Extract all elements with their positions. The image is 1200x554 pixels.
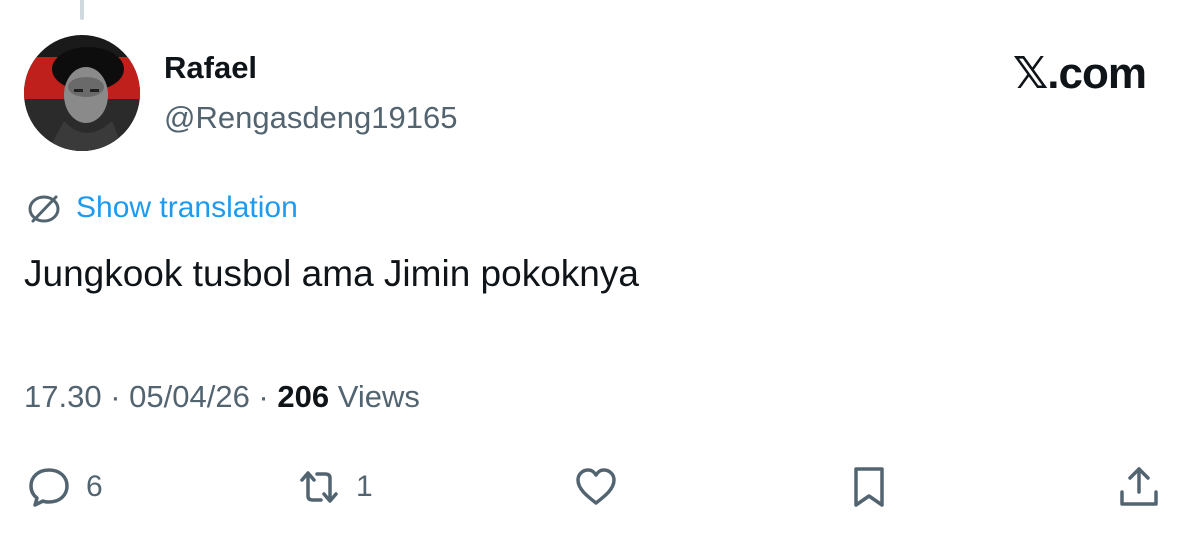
reply-count: 6 bbox=[86, 470, 103, 503]
repost-count: 1 bbox=[356, 470, 373, 503]
share-icon bbox=[1120, 467, 1158, 506]
tweet-text: Jungkook tusbol ama Jimin pokoknya bbox=[24, 253, 639, 294]
share-button[interactable] bbox=[1116, 462, 1162, 512]
speech-bubble-icon bbox=[29, 468, 69, 507]
views-label: Views bbox=[337, 379, 420, 414]
avatar[interactable] bbox=[24, 35, 140, 151]
author-name[interactable]: Rafael bbox=[164, 48, 257, 88]
reply-button[interactable]: 6 bbox=[26, 462, 103, 512]
avatar-image bbox=[24, 35, 140, 151]
repost-arrows-icon bbox=[300, 471, 338, 503]
show-translation-label[interactable]: Show translation bbox=[76, 188, 298, 228]
thread-connector-line bbox=[80, 0, 84, 20]
x-com-watermark: 𝕏.com bbox=[1012, 49, 1147, 98]
show-translation-button[interactable]: Show translation bbox=[24, 188, 298, 228]
repost-button[interactable]: 1 bbox=[296, 462, 373, 512]
bookmark-icon bbox=[854, 467, 884, 507]
meta-separator: · bbox=[101, 379, 130, 414]
views-count: 206 bbox=[277, 379, 330, 414]
tweet-meta: 17.30 · 05/04/26 · 206 Views bbox=[24, 377, 420, 417]
heart-icon bbox=[576, 468, 616, 505]
globe-slash-icon bbox=[28, 195, 60, 223]
tweet-date[interactable]: 05/04/26 bbox=[129, 379, 250, 414]
bookmark-button[interactable] bbox=[846, 462, 892, 512]
like-button[interactable] bbox=[573, 462, 619, 512]
author-handle[interactable]: @Rengasdeng19165 bbox=[164, 98, 458, 138]
tweet-time[interactable]: 17.30 bbox=[24, 379, 102, 414]
meta-separator: · bbox=[249, 379, 278, 414]
